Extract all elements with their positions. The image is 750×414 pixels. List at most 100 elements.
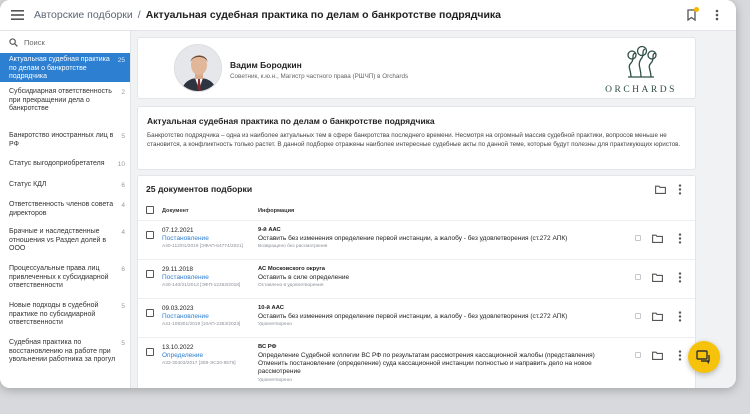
chat-icon xyxy=(696,349,710,364)
avatar xyxy=(174,44,222,92)
breadcrumb-separator: / xyxy=(137,9,141,21)
court-name: АС Московского округа xyxy=(258,266,325,272)
folder-icon[interactable] xyxy=(653,182,667,196)
collection-description-card: Актуальная судебная практика по делам о … xyxy=(137,106,696,170)
breadcrumb-parent-link[interactable]: Авторские подборки xyxy=(34,9,133,21)
document-status: Удовлетворено xyxy=(258,378,292,383)
sidebar-item-count: 2 xyxy=(121,89,125,96)
document-summary: Оставить в силе определение xyxy=(258,274,350,281)
sidebar-item-label: Банкротство иностранных лиц в РФ xyxy=(9,132,114,148)
chat-button[interactable] xyxy=(688,341,720,373)
row-small-checkbox[interactable] xyxy=(635,274,641,280)
row-small-checkbox[interactable] xyxy=(635,313,641,319)
row-small-checkbox[interactable] xyxy=(635,352,641,358)
more-vertical-icon[interactable] xyxy=(673,231,687,245)
document-summary: Определение Судебной коллегии ВС РФ по р… xyxy=(258,352,595,375)
documents-header: 25 документов подборки xyxy=(138,176,695,202)
more-vertical-icon[interactable] xyxy=(706,4,728,26)
orchards-logo: ORCHARDS xyxy=(601,43,681,95)
folder-icon[interactable] xyxy=(650,231,664,245)
sidebar-item[interactable]: Новые подходы в судебной практике по суб… xyxy=(0,295,130,332)
table-header: Документ Информация xyxy=(138,202,695,220)
sidebar-item-count: 4 xyxy=(121,202,125,209)
court-name: ВС РФ xyxy=(258,344,277,350)
sidebar-item[interactable]: Брачные и наследственные отношения vs Ра… xyxy=(0,221,130,258)
sidebar-item[interactable]: Судебная практика по восстановлению на р… xyxy=(0,332,130,376)
document-date: 07.12.2021 xyxy=(162,227,194,234)
row-small-checkbox[interactable] xyxy=(635,235,641,241)
search-placeholder: Поиск xyxy=(24,37,45,47)
row-checkbox[interactable] xyxy=(146,231,154,239)
document-type-link[interactable]: Постановление xyxy=(162,313,209,320)
sidebar-item-label: Ответственность членов совета директоров xyxy=(9,201,114,217)
table-row[interactable]: 07.12.2021 Постановление А40-112/01/2019… xyxy=(138,220,695,259)
notification-dot xyxy=(694,7,699,12)
sidebar-item-label: Судебная практика по восстановлению на р… xyxy=(9,339,116,364)
document-date: 29.11.2018 xyxy=(162,266,194,273)
table-row[interactable]: 09.03.2023 Постановление А41-108301/2019… xyxy=(138,298,695,337)
folder-icon[interactable] xyxy=(650,309,664,323)
court-name: 9-й ААС xyxy=(258,227,281,233)
documents-count-heading: 25 документов подборки xyxy=(146,184,253,194)
sidebar-item[interactable]: Ответственность членов совета директоров… xyxy=(0,194,130,221)
main-content: Вадим Бородкин Советник, к.ю.н., Магистр… xyxy=(131,31,736,388)
sidebar-item-label: Актуальная судебная практика по делам о … xyxy=(9,56,110,81)
document-type-link[interactable]: Постановление xyxy=(162,274,209,281)
sidebar-item-count: 5 xyxy=(121,303,125,310)
more-vertical-icon[interactable] xyxy=(673,270,687,284)
sidebar-item-count: 6 xyxy=(121,182,125,189)
sidebar-item-count: 25 xyxy=(117,57,125,64)
collection-title: Актуальная судебная практика по делам о … xyxy=(147,116,435,126)
sidebar-item-label: Процессуальные права лиц привлеченных к … xyxy=(9,265,109,290)
table-row[interactable]: 13.10.2022 Определение А33-30403/2017 [3… xyxy=(138,337,695,388)
case-number: А41-108301/2019 [10АП-2363/2023] xyxy=(162,322,241,327)
sidebar-item-count: 6 xyxy=(121,266,125,273)
case-number: А40-112/01/2019 [ЭФАП-64774/2021] xyxy=(162,244,243,249)
sidebar-item[interactable]: Банкротство иностранных лиц в РФ 5 xyxy=(0,128,130,153)
bookmark-notification-icon[interactable] xyxy=(680,4,702,26)
sidebar-item-label: Статус выгодоприобретателя xyxy=(9,160,105,167)
sidebar-item-label: Новые подходы в судебной практике по суб… xyxy=(9,302,99,327)
app-window: Авторские подборки / Актуальная судебная… xyxy=(0,0,736,388)
sidebar-item[interactable]: Субсидиарная ответственность при прекращ… xyxy=(0,82,130,128)
document-type-link[interactable]: Определение xyxy=(162,352,203,359)
documents-card: 25 документов подборки Документ Информац… xyxy=(137,175,696,388)
document-date: 13.10.2022 xyxy=(162,344,194,351)
sidebar-item-count: 10 xyxy=(117,161,125,168)
collection-description: Банкротство подрядчика – одна из наиболе… xyxy=(147,132,681,148)
case-number: А40-140/21/2013 [ЭФП-12263/2018] xyxy=(162,283,241,288)
row-checkbox[interactable] xyxy=(146,348,154,356)
row-checkbox[interactable] xyxy=(146,309,154,317)
sidebar-item[interactable]: Статус выгодоприобретателя 10 xyxy=(0,153,130,173)
sidebar-item-count: 5 xyxy=(121,340,125,347)
menu-icon[interactable] xyxy=(6,4,28,26)
sidebar-item-count: 4 xyxy=(121,229,125,236)
select-all-checkbox[interactable] xyxy=(146,206,154,214)
court-name: 10-й ААС xyxy=(258,305,284,311)
breadcrumb: Авторские подборки / Актуальная судебная… xyxy=(34,9,501,21)
more-vertical-icon[interactable] xyxy=(673,348,687,362)
document-status: Возвращено без рассмотрения xyxy=(258,244,328,249)
document-type-link[interactable]: Постановление xyxy=(162,235,209,242)
document-date: 09.03.2023 xyxy=(162,305,194,312)
sidebar-item[interactable]: Процессуальные права лиц привлеченных к … xyxy=(0,258,130,295)
folder-icon[interactable] xyxy=(650,348,664,362)
document-status: Оставлено в удовлетворения xyxy=(258,283,324,288)
column-header-document: Документ xyxy=(162,208,189,214)
folder-icon[interactable] xyxy=(650,270,664,284)
more-vertical-icon[interactable] xyxy=(673,182,687,196)
column-header-info: Информация xyxy=(258,208,295,214)
author-title: Советник, к.ю.н., Магистр частного права… xyxy=(230,73,409,80)
sidebar-item-label: Субсидиарная ответственность при прекращ… xyxy=(9,88,112,113)
document-status: Удовлетворено xyxy=(258,322,292,327)
more-vertical-icon[interactable] xyxy=(673,309,687,323)
search-input[interactable]: Поиск xyxy=(0,31,130,53)
sidebar-item-count: 5 xyxy=(121,133,125,140)
case-number: А33-30403/2017 [308-ЭС20-8576] xyxy=(162,361,236,366)
search-icon xyxy=(9,37,18,47)
sidebar-item-label: Брачные и наследственные отношения vs Ра… xyxy=(9,228,107,253)
table-row[interactable]: 29.11.2018 Постановление А40-140/21/2013… xyxy=(138,259,695,298)
sidebar-item-active-collection[interactable]: Актуальная судебная практика по делам о … xyxy=(0,53,130,82)
row-checkbox[interactable] xyxy=(146,270,154,278)
sidebar-item[interactable]: Статус КДЛ 6 xyxy=(0,173,130,194)
